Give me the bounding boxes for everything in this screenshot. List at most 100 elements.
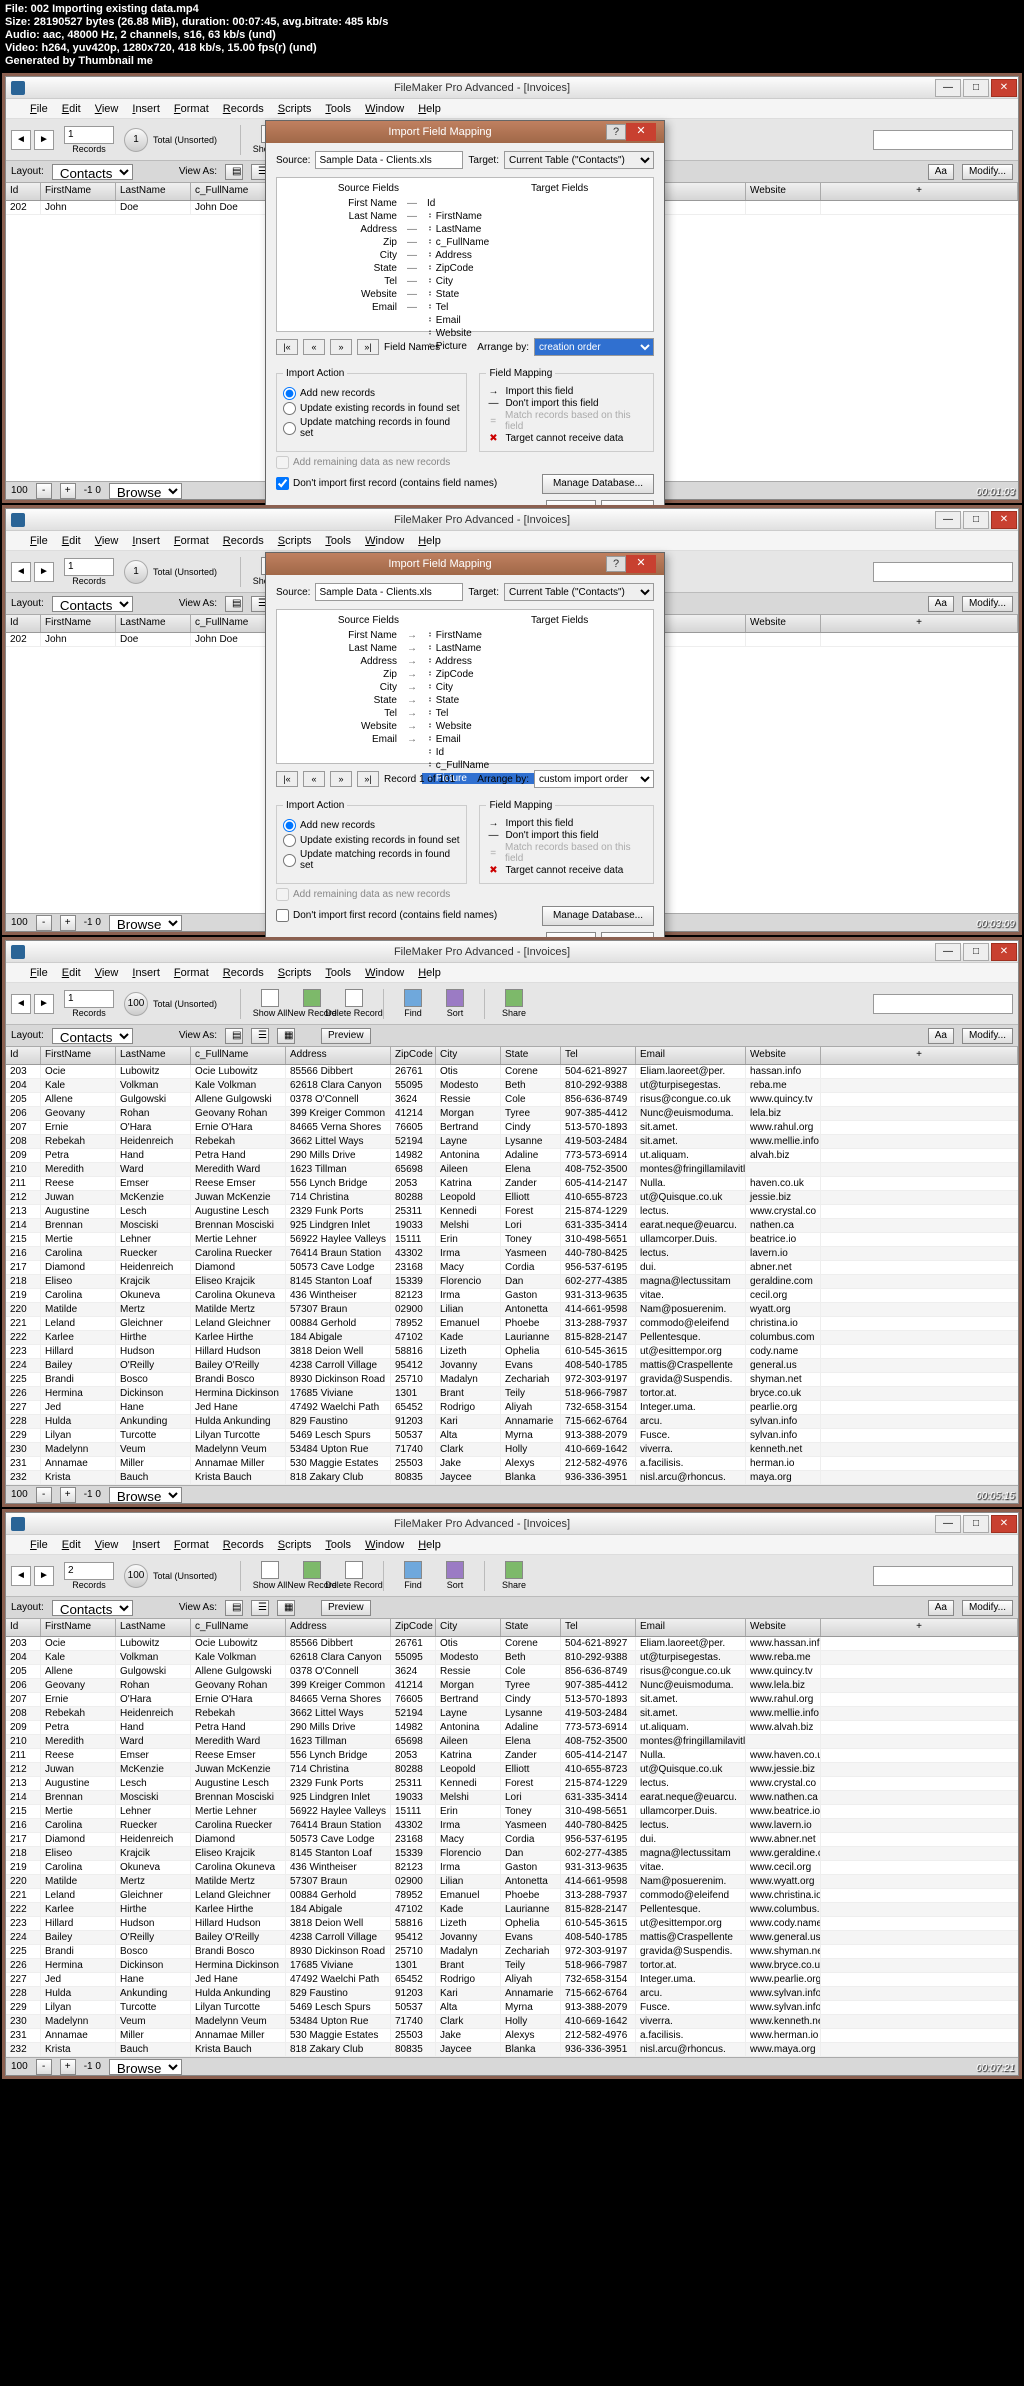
col-Id[interactable]: Id: [6, 1047, 41, 1064]
close-button[interactable]: ✕: [991, 79, 1017, 97]
col-Email[interactable]: Email: [636, 1047, 746, 1064]
first-button[interactable]: |«: [276, 339, 298, 355]
table-row[interactable]: 209PetraHandPetra Hand290 Mills Drive149…: [6, 1149, 1018, 1163]
table-row[interactable]: 205AlleneGulgowskiAllene Gulgowski0378 O…: [6, 1665, 1018, 1679]
menu-format[interactable]: Format: [167, 533, 216, 549]
table-row[interactable]: 208RebekahHeidenreichRebekah3662 Littel …: [6, 1707, 1018, 1721]
col-Website[interactable]: Website: [746, 1047, 821, 1064]
find-button[interactable]: Find: [392, 1561, 434, 1590]
record-number-input[interactable]: [64, 126, 114, 144]
table-row[interactable]: 213AugustineLeschAugustine Lesch2329 Fun…: [6, 1777, 1018, 1791]
col-add[interactable]: +: [821, 183, 1018, 200]
table-row[interactable]: 207ErnieO'HaraErnie O'Hara84665 Verna Sh…: [6, 1693, 1018, 1707]
table-row[interactable]: 204KaleVolkmanKale Volkman62618 Clara Ca…: [6, 1651, 1018, 1665]
update-existing-radio[interactable]: [283, 834, 296, 847]
minimize-button[interactable]: —: [935, 511, 961, 529]
update-existing-radio[interactable]: [283, 402, 296, 415]
last-button[interactable]: »|: [357, 339, 379, 355]
prev-button[interactable]: «: [303, 339, 325, 355]
maximize-button[interactable]: □: [963, 79, 989, 97]
next-record-button[interactable]: ►: [34, 562, 54, 582]
menu-insert[interactable]: Insert: [125, 965, 167, 981]
table-row[interactable]: 203OcieLubowitzOcie Lubowitz85566 Dibber…: [6, 1065, 1018, 1079]
mapping-list[interactable]: Source FieldsTarget Fields First Name—Id…: [276, 177, 654, 332]
map-row[interactable]: Tel—᛬ City: [282, 275, 648, 288]
table-row[interactable]: 227JedHaneJed Hane47492 Waelchi Path6545…: [6, 1973, 1018, 1987]
menu-edit[interactable]: Edit: [55, 1537, 88, 1553]
menubar[interactable]: FileEditViewInsertFormatRecordsScriptsTo…: [6, 99, 1018, 119]
table-row[interactable]: 217DiamondHeidenreichDiamond50573 Cave L…: [6, 1261, 1018, 1275]
next-button[interactable]: »: [330, 771, 352, 787]
table-row[interactable]: 229LilyanTurcotteLilyan Turcotte5469 Les…: [6, 2001, 1018, 2015]
menu-view[interactable]: View: [88, 1537, 126, 1553]
table-row[interactable]: 228HuldaAnkundingHulda Ankunding829 Faus…: [6, 1415, 1018, 1429]
maximize-button[interactable]: □: [963, 511, 989, 529]
col-add[interactable]: +: [821, 1047, 1018, 1064]
col-Website[interactable]: Website: [746, 1619, 821, 1636]
modify-button[interactable]: Modify...: [962, 596, 1013, 612]
menubar[interactable]: FileEditViewInsertFormatRecordsScriptsTo…: [6, 1535, 1018, 1555]
menu-records[interactable]: Records: [216, 101, 271, 117]
skip-first-check[interactable]: [276, 909, 289, 922]
map-row[interactable]: First Name→᛬ FirstName: [282, 629, 648, 642]
table-row[interactable]: 224BaileyO'ReillyBailey O'Reilly4238 Car…: [6, 1359, 1018, 1373]
table-row[interactable]: 207ErnieO'HaraErnie O'Hara84665 Verna Sh…: [6, 1121, 1018, 1135]
zoom-out-button[interactable]: -: [36, 2059, 52, 2075]
menu-window[interactable]: Window: [358, 533, 411, 549]
share-button[interactable]: Share: [493, 1561, 535, 1590]
prev-record-button[interactable]: ◄: [11, 994, 31, 1014]
mode-select[interactable]: Browse: [109, 2059, 182, 2075]
dialog-close-button[interactable]: ✕: [626, 123, 656, 141]
zoom-in-button[interactable]: +: [60, 483, 76, 499]
modify-button[interactable]: Modify...: [962, 1600, 1013, 1616]
table-row[interactable]: 215MertieLehnerMertie Lehner56922 Haylee…: [6, 1233, 1018, 1247]
table-row[interactable]: 214BrennanMosciskiBrennan Mosciski925 Li…: [6, 1791, 1018, 1805]
table-row[interactable]: 213AugustineLeschAugustine Lesch2329 Fun…: [6, 1205, 1018, 1219]
menu-scripts[interactable]: Scripts: [271, 101, 319, 117]
table-row[interactable]: 225BrandiBoscoBrandi Bosco8930 Dickinson…: [6, 1373, 1018, 1387]
prev-record-button[interactable]: ◄: [11, 1566, 31, 1586]
table-row[interactable]: 230MadelynnVeumMadelynn Veum53484 Upton …: [6, 2015, 1018, 2029]
table-row[interactable]: 204KaleVolkmanKale Volkman62618 Clara Ca…: [6, 1079, 1018, 1093]
map-row[interactable]: Website→᛬ Website: [282, 720, 648, 733]
map-row[interactable]: Address→᛬ Address: [282, 655, 648, 668]
table-row[interactable]: 206GeovanyRohanGeovany Rohan399 Kreiger …: [6, 1107, 1018, 1121]
col-Id[interactable]: Id: [6, 1619, 41, 1636]
map-row[interactable]: State→᛬ State: [282, 694, 648, 707]
sort-button[interactable]: Sort: [434, 1561, 476, 1590]
search-input[interactable]: [873, 562, 1013, 582]
minimize-button[interactable]: —: [935, 943, 961, 961]
col-Address[interactable]: Address: [286, 1619, 391, 1636]
col-Tel[interactable]: Tel: [561, 1047, 636, 1064]
table-row[interactable]: 211ReeseEmserReese Emser556 Lynch Bridge…: [6, 1749, 1018, 1763]
map-row[interactable]: Email→᛬ Email: [282, 733, 648, 746]
map-row[interactable]: Zip—᛬ c_FullName: [282, 236, 648, 249]
update-matching-radio[interactable]: [283, 854, 296, 867]
aa-button[interactable]: Aa: [928, 1028, 954, 1044]
col-Id[interactable]: Id: [6, 615, 41, 632]
preview-button[interactable]: Preview: [321, 1600, 371, 1616]
share-button[interactable]: Share: [493, 989, 535, 1018]
menu-help[interactable]: Help: [411, 101, 448, 117]
table-row[interactable]: 216CarolinaRueckerCarolina Ruecker76414 …: [6, 1819, 1018, 1833]
col-Website[interactable]: Website: [746, 615, 821, 632]
search-input[interactable]: [873, 130, 1013, 150]
table-row[interactable]: 212JuwanMcKenzieJuwan McKenzie714 Christ…: [6, 1191, 1018, 1205]
table-row[interactable]: 218EliseoKrajcikEliseo Krajcik8145 Stant…: [6, 1847, 1018, 1861]
minimize-button[interactable]: —: [935, 1515, 961, 1533]
table-row[interactable]: 223HillardHudsonHillard Hudson3818 Deion…: [6, 1917, 1018, 1931]
table-row[interactable]: 223HillardHudsonHillard Hudson3818 Deion…: [6, 1345, 1018, 1359]
col-add[interactable]: +: [821, 615, 1018, 632]
menubar[interactable]: FileEditViewInsertFormatRecordsScriptsTo…: [6, 531, 1018, 551]
table-row[interactable]: 221LelandGleichnerLeland Gleichner00884 …: [6, 1889, 1018, 1903]
preview-button[interactable]: Preview: [321, 1028, 371, 1044]
next-record-button[interactable]: ►: [34, 994, 54, 1014]
next-record-button[interactable]: ►: [34, 130, 54, 150]
menu-format[interactable]: Format: [167, 1537, 216, 1553]
table-row[interactable]: 226HerminaDickinsonHermina Dickinson1768…: [6, 1959, 1018, 1973]
source-input[interactable]: [315, 151, 463, 169]
dialog-close-button[interactable]: ✕: [626, 555, 656, 573]
table-row[interactable]: 218EliseoKrajcikEliseo Krajcik8145 Stant…: [6, 1275, 1018, 1289]
col-Id[interactable]: Id: [6, 183, 41, 200]
maximize-button[interactable]: □: [963, 943, 989, 961]
